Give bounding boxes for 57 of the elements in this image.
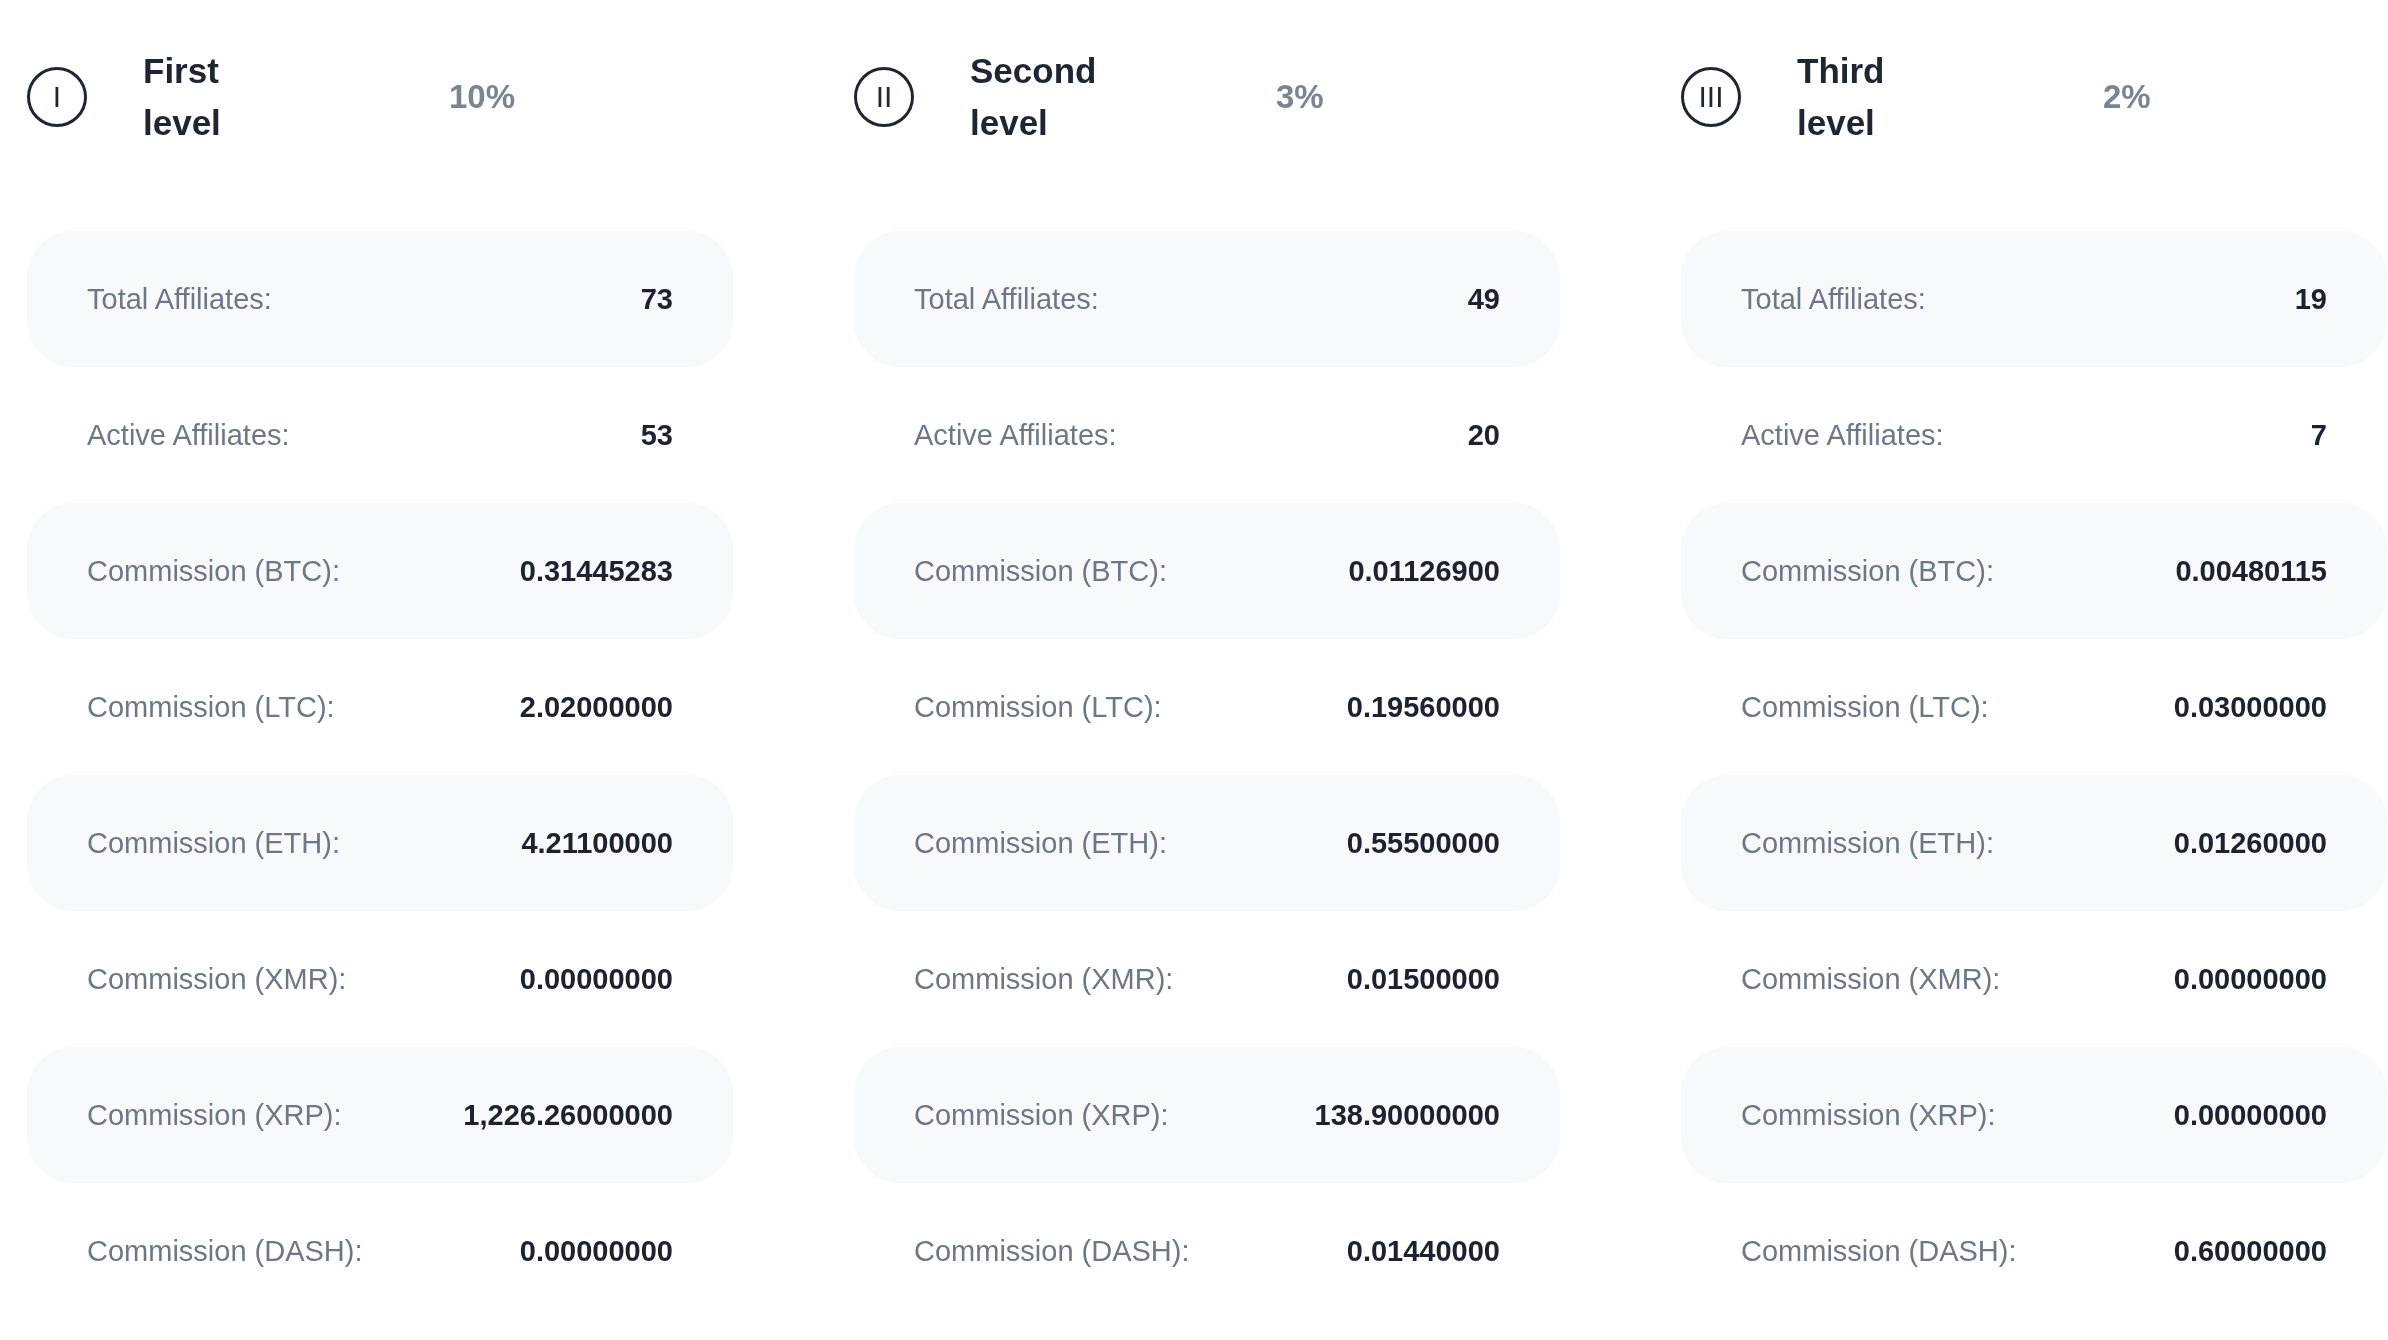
stat-value: 138.90000000: [1314, 1098, 1500, 1133]
stat-value: 49: [1466, 282, 1500, 317]
level-number-badge: III: [1681, 67, 1741, 127]
stat-value: 0.00480115: [2174, 554, 2327, 589]
stat-label: Commission (XMR):: [914, 962, 1175, 997]
stat-value: 2.02000000: [518, 690, 673, 725]
stat-label: Commission (XRP):: [87, 1098, 343, 1133]
stat-label: Commission (BTC):: [1741, 554, 1995, 589]
stat-label: Active Affiliates:: [87, 418, 291, 453]
stat-value: 0.01126900: [1347, 554, 1500, 589]
stat-label: Commission (XRP):: [1741, 1098, 1997, 1133]
stat-value: 4.21100000: [520, 826, 673, 861]
level-percent: 3%: [1276, 78, 1324, 116]
stat-label: Commission (LTC):: [87, 690, 336, 725]
stat-label: Commission (LTC):: [1741, 690, 1990, 725]
stat-label: Active Affiliates:: [1741, 418, 1945, 453]
stat-value: 53: [639, 418, 673, 453]
stat-label: Commission (BTC):: [87, 554, 341, 589]
stat-value: 0.00000000: [2173, 962, 2327, 997]
stat-value: 0.19560000: [1345, 690, 1500, 725]
level-percent: 2%: [2103, 78, 2151, 116]
stat-label: Commission (LTC):: [914, 690, 1163, 725]
stat-label: Commission (ETH):: [1741, 826, 1995, 861]
stat-label: Commission (ETH):: [87, 826, 341, 861]
stat-label: Commission (ETH):: [914, 826, 1168, 861]
level-percent: 10%: [449, 78, 516, 116]
stat-label: Total Affiliates:: [87, 282, 273, 317]
stat-value: 73: [639, 282, 673, 317]
level-number-badge: I: [27, 67, 87, 127]
stat-label: Commission (XMR):: [87, 962, 348, 997]
stat-value: 19: [2293, 282, 2327, 317]
stat-label: Commission (XRP):: [914, 1098, 1170, 1133]
stat-value: 0.00000000: [518, 1234, 673, 1269]
stat-value: 0.00000000: [2173, 1098, 2327, 1133]
level-title: First level: [143, 50, 222, 144]
stat-label: Active Affiliates:: [914, 418, 1118, 453]
stat-label: Commission (DASH):: [87, 1234, 364, 1269]
stat-label: Total Affiliates:: [1741, 282, 1927, 317]
stat-value: 20: [1466, 418, 1500, 453]
level-title: Second level: [970, 50, 1098, 144]
stat-value: 0.55500000: [1345, 826, 1500, 861]
stat-value: 0.03000000: [2173, 690, 2327, 725]
stat-label: Commission (DASH):: [1741, 1234, 2018, 1269]
stat-value: 0.31445283: [518, 554, 673, 589]
level-title: Third level: [1797, 50, 1886, 144]
stat-value: 1,226.26000000: [463, 1098, 673, 1133]
stat-label: Commission (XMR):: [1741, 962, 2002, 997]
stat-value: 0.01260000: [2173, 826, 2327, 861]
stat-label: Commission (DASH):: [914, 1234, 1191, 1269]
stat-value: 0.01500000: [1345, 962, 1500, 997]
stat-label: Total Affiliates:: [914, 282, 1100, 317]
stat-value: 7: [2309, 418, 2327, 453]
stat-value: 0.00000000: [518, 962, 673, 997]
stat-label: Commission (BTC):: [914, 554, 1168, 589]
stat-value: 0.60000000: [2173, 1234, 2327, 1269]
level-number-badge: II: [854, 67, 914, 127]
stat-value: 0.01440000: [1345, 1234, 1500, 1269]
